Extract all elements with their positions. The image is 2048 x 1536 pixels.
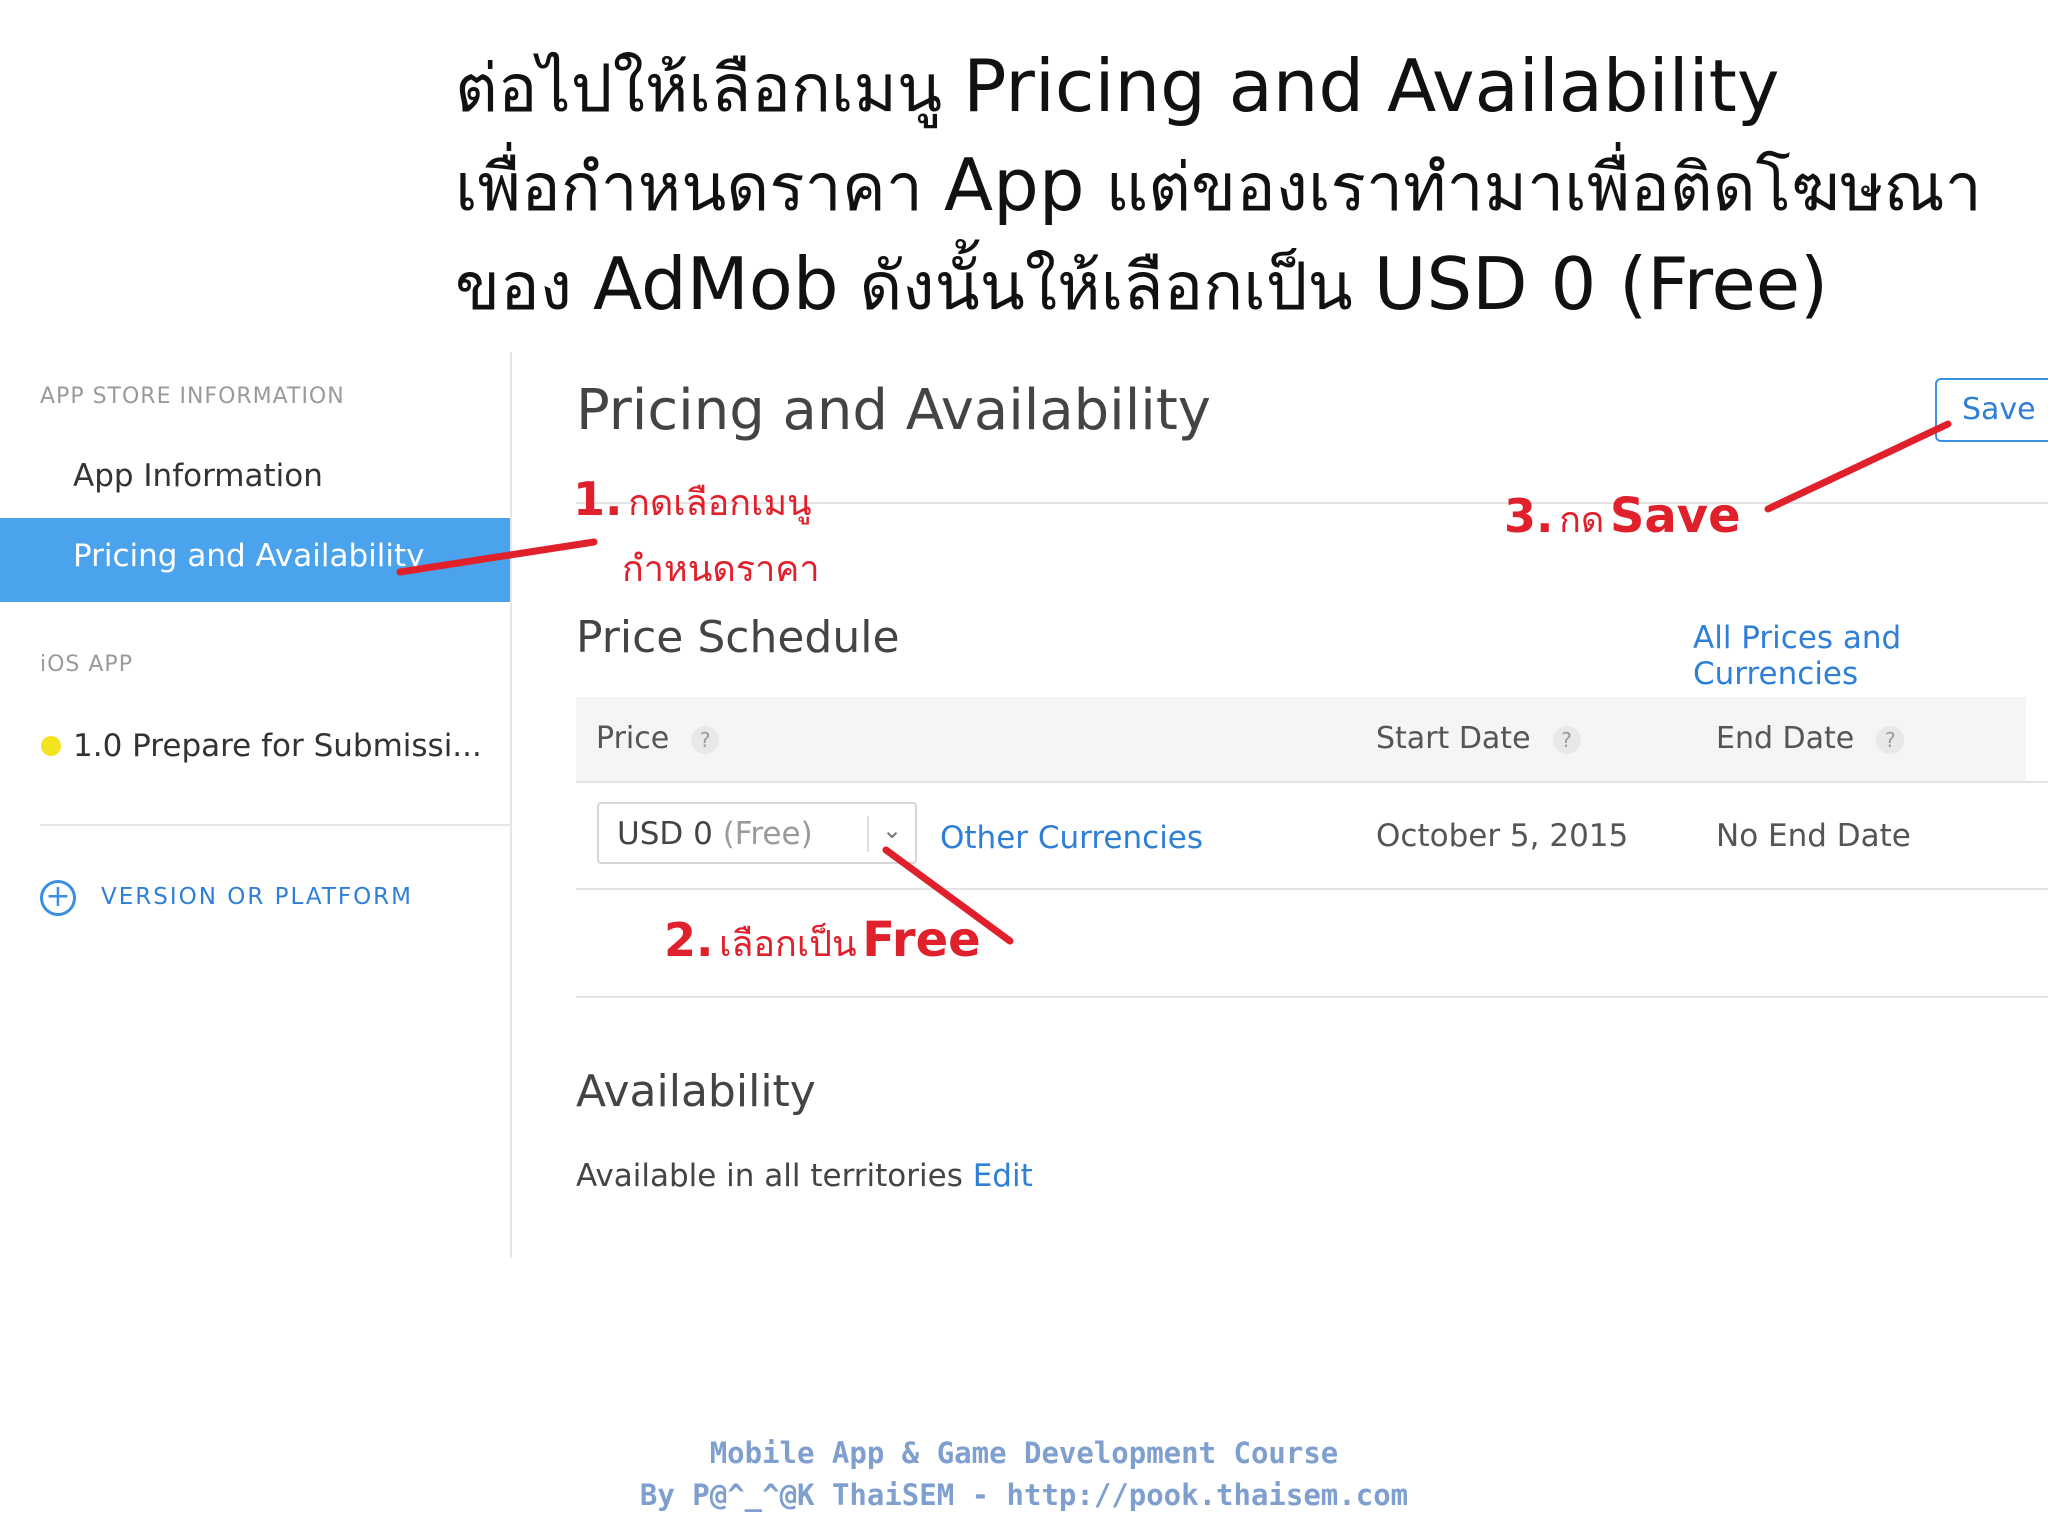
- annotation-step-2: 2. เลือกเป็น Free: [664, 912, 981, 968]
- footer: Mobile App & Game Development Course By …: [0, 1432, 2048, 1516]
- annotation-arrow-1: [396, 538, 598, 576]
- footer-line-2: By P@^_^@K ThaiSEM - http://pook.thaisem…: [639, 1478, 1409, 1512]
- footer-line-1: Mobile App & Game Development Course: [709, 1436, 1339, 1470]
- annotation-step-1: 1. กดเลือกเมนู: [573, 472, 812, 526]
- annotation-step-3: 3. กด Save: [1504, 488, 1741, 544]
- annotation-arrows: [396, 420, 1952, 945]
- annotation-arrow-3: [1764, 420, 1952, 513]
- annotation-step-1-line-2: กำหนดราคา: [622, 549, 820, 590]
